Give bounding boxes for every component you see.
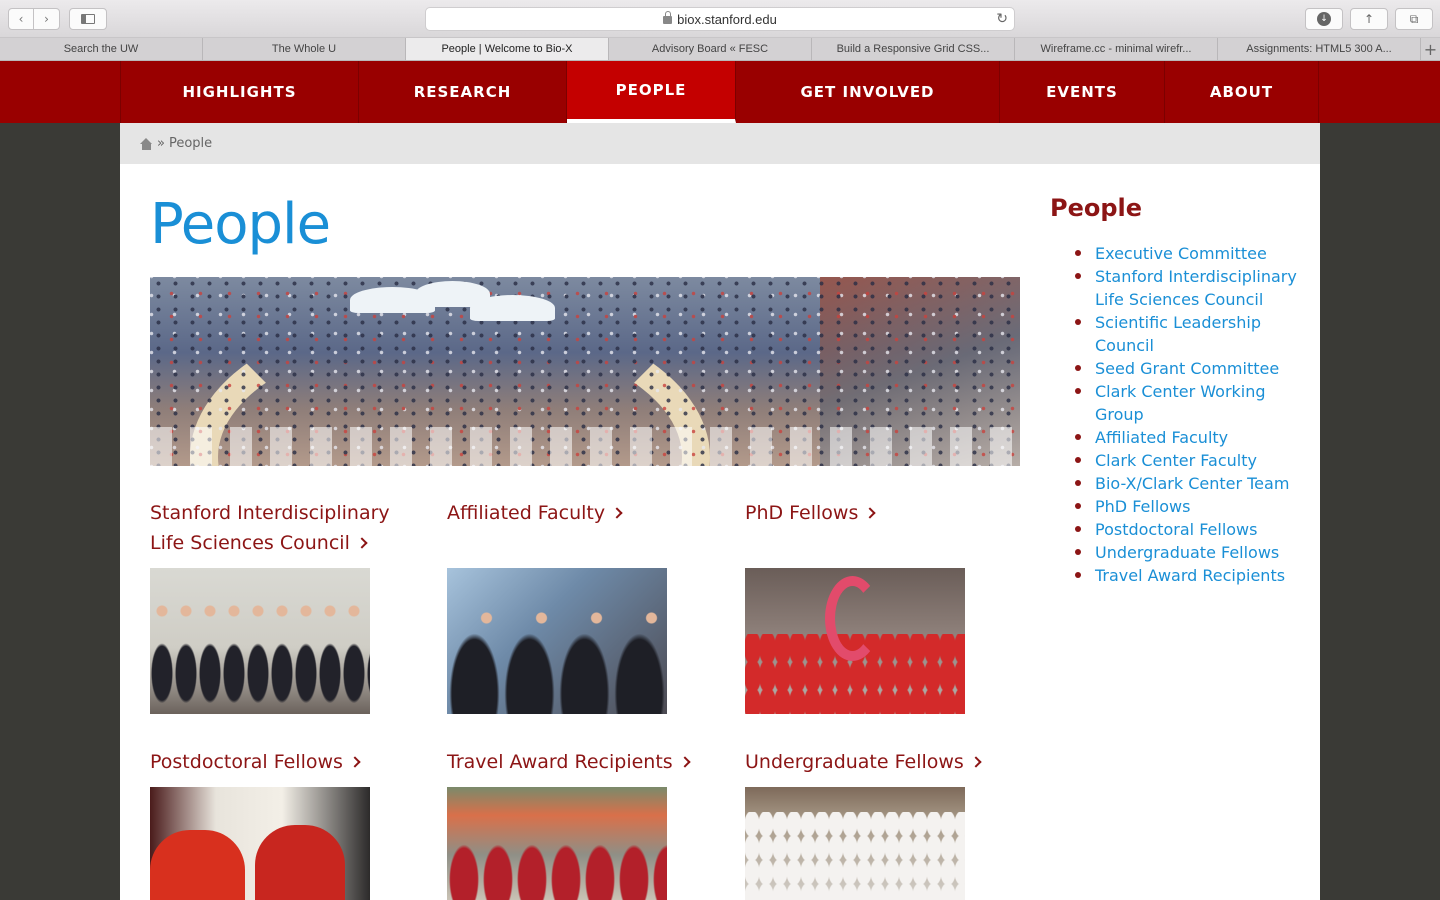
- sidebar-item-clark-center-faculty[interactable]: Clark Center Faculty: [1075, 449, 1300, 472]
- url-text: biox.stanford.edu: [677, 11, 777, 27]
- breadcrumb-current: People: [168, 136, 213, 151]
- sidebar-item-postdoctoral-fellows[interactable]: Postdoctoral Fellows: [1075, 518, 1300, 541]
- chevron-right-icon: [349, 756, 361, 768]
- sidebar-item-seed-grant-committee[interactable]: Seed Grant Committee: [1075, 357, 1300, 380]
- reload-icon[interactable]: ↻: [996, 10, 1008, 27]
- sidebar-item-clark-center-working-group[interactable]: Clark Center Working Group: [1075, 380, 1300, 426]
- browser-tab[interactable]: Wireframe.cc - minimal wirefr...: [1015, 38, 1218, 60]
- sidebar-item-biox-clark-center-team[interactable]: Bio-X/Clark Center Team: [1075, 472, 1300, 495]
- grid-item-travel-award-recipients: Travel Award Recipients: [447, 747, 707, 777]
- grid-item-phd-fellows: PhD Fellows: [745, 498, 1005, 528]
- undergraduate-fellows-photo[interactable]: [745, 787, 965, 900]
- browser-tab-active[interactable]: People | Welcome to Bio-X: [406, 38, 609, 60]
- grid-item-undergraduate-fellows: Undergraduate Fellows: [745, 747, 1005, 777]
- forward-button[interactable]: ›: [34, 8, 60, 30]
- sidebar-item-affiliated-faculty[interactable]: Affiliated Faculty: [1075, 426, 1300, 449]
- affiliated-faculty-photo[interactable]: [447, 568, 667, 714]
- sidebar-toggle-button[interactable]: [69, 8, 107, 30]
- chevron-right-icon: [679, 756, 691, 768]
- address-bar[interactable]: biox.stanford.edu ↻: [425, 7, 1015, 31]
- browser-tab[interactable]: Search the UW: [0, 38, 203, 60]
- grid-link[interactable]: Stanford Interdisciplinary Life Sciences…: [150, 498, 410, 558]
- phd-fellows-photo[interactable]: [745, 568, 965, 714]
- chevron-right-icon: [864, 507, 877, 519]
- grid-link[interactable]: Undergraduate Fellows: [745, 747, 1005, 777]
- nav-item-research[interactable]: RESEARCH: [359, 61, 567, 123]
- grid-item-affiliated-faculty: Affiliated Faculty: [447, 498, 707, 528]
- main-content: People Stanford Interdisciplinary Life S…: [120, 164, 1320, 900]
- sidebar-title: People: [1050, 194, 1143, 222]
- download-icon: ↓: [1317, 12, 1331, 26]
- site-nav: HIGHLIGHTS RESEARCH PEOPLE GET INVOLVED …: [0, 61, 1440, 123]
- sidebar-list: Executive Committee Stanford Interdiscip…: [1075, 242, 1300, 587]
- nav-item-about[interactable]: ABOUT: [1165, 61, 1319, 123]
- sidebar-item-executive-committee[interactable]: Executive Committee: [1075, 242, 1300, 265]
- downloads-button[interactable]: ↓: [1305, 8, 1343, 30]
- sidebar-item-life-sciences-council[interactable]: Stanford Interdisciplinary Life Sciences…: [1075, 265, 1300, 311]
- hero-image: [150, 277, 1020, 466]
- grid-link[interactable]: Affiliated Faculty: [447, 498, 707, 528]
- sidebar-item-undergraduate-fellows[interactable]: Undergraduate Fellows: [1075, 541, 1300, 564]
- breadcrumb: » People: [120, 123, 1320, 164]
- share-button[interactable]: ↑: [1350, 8, 1388, 30]
- lock-icon: [663, 11, 673, 24]
- sidebar-item-phd-fellows[interactable]: PhD Fellows: [1075, 495, 1300, 518]
- sidebar-item-scientific-leadership-council[interactable]: Scientific Leadership Council: [1075, 311, 1300, 357]
- share-icon: ↑: [1363, 12, 1375, 26]
- council-photo[interactable]: [150, 568, 370, 714]
- tabs-icon: ⧉: [1409, 11, 1419, 26]
- grid-item-council: Stanford Interdisciplinary Life Sciences…: [150, 498, 410, 558]
- page-title: People: [150, 192, 331, 257]
- postdoctoral-fellows-photo[interactable]: [150, 787, 370, 900]
- nav-item-people[interactable]: PEOPLE: [567, 61, 736, 123]
- tab-overview-button[interactable]: ⧉: [1395, 8, 1433, 30]
- chevron-right-icon: ›: [44, 12, 49, 26]
- history-buttons: ‹ ›: [8, 8, 60, 30]
- browser-tab[interactable]: Assignments: HTML5 300 A...: [1218, 38, 1421, 60]
- breadcrumb-separator: »: [157, 136, 165, 151]
- sidebar-icon: [81, 14, 95, 24]
- nav-item-highlights[interactable]: HIGHLIGHTS: [121, 61, 359, 123]
- chevron-left-icon: ‹: [18, 12, 24, 26]
- sidebar-item-travel-award-recipients[interactable]: Travel Award Recipients: [1075, 564, 1300, 587]
- home-icon[interactable]: [140, 137, 153, 150]
- browser-tab[interactable]: Build a Responsive Grid CSS...: [812, 38, 1015, 60]
- plus-icon: +: [1423, 39, 1438, 59]
- chevron-right-icon: [611, 507, 623, 519]
- grid-link[interactable]: PhD Fellows: [745, 498, 1005, 528]
- new-tab-button[interactable]: +: [1421, 38, 1440, 60]
- chevron-right-icon: [356, 537, 368, 549]
- back-button[interactable]: ‹: [8, 8, 34, 30]
- browser-tab[interactable]: Advisory Board « FESC: [609, 38, 812, 60]
- grid-link[interactable]: Travel Award Recipients: [447, 747, 707, 777]
- grid-item-postdoctoral-fellows: Postdoctoral Fellows: [150, 747, 410, 777]
- nav-item-get-involved[interactable]: GET INVOLVED: [736, 61, 1000, 123]
- nav-item-events[interactable]: EVENTS: [1000, 61, 1165, 123]
- tab-bar: Search the UW The Whole U People | Welco…: [0, 38, 1440, 61]
- browser-toolbar: ‹ › biox.stanford.edu ↻ ↓ ↑ ⧉: [0, 0, 1440, 38]
- grid-link[interactable]: Postdoctoral Fellows: [150, 747, 410, 777]
- travel-award-photo[interactable]: [447, 787, 667, 900]
- chevron-right-icon: [970, 756, 982, 768]
- browser-tab[interactable]: The Whole U: [203, 38, 406, 60]
